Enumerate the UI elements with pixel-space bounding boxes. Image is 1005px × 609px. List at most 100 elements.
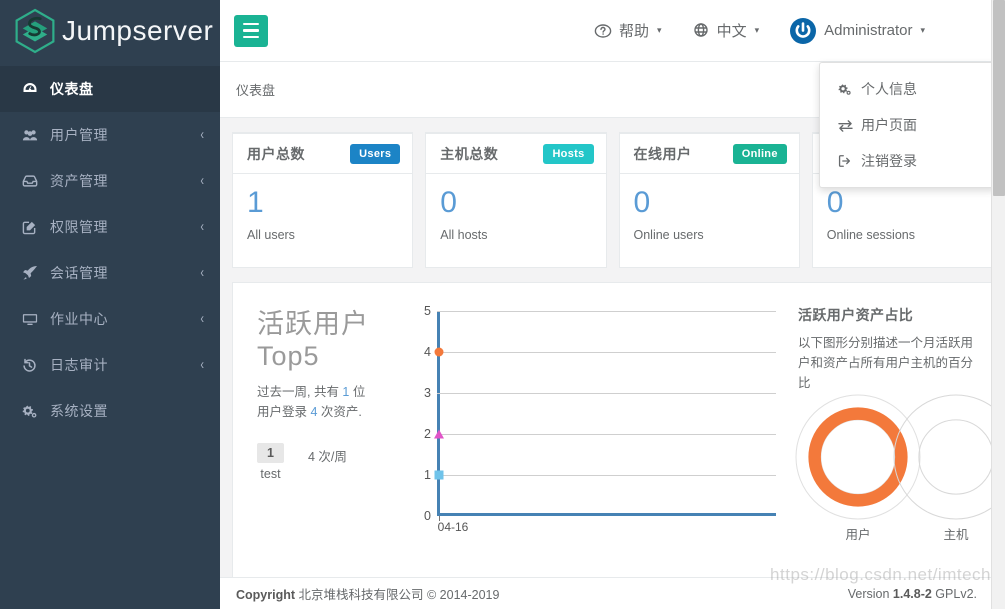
menu-item-label: 注销登录 xyxy=(861,153,917,169)
chevron-left-icon: ‹ xyxy=(200,311,204,327)
x-axis-tick-label: 04-16 xyxy=(437,520,469,534)
sidebar-item-log-audit[interactable]: 日志审计 ‹ xyxy=(0,342,220,388)
chevron-down-icon: ▾ xyxy=(657,25,662,35)
app-root: Jumpserver 仪表盘 用户管理 ‹ 资产管理 ‹ 权限管理 ‹ 会话管理… xyxy=(0,0,1005,609)
data-point-marker xyxy=(434,347,444,357)
scrollbar-thumb[interactable] xyxy=(993,0,1005,196)
asset-ratio-description: 以下图形分别描述一个月活跃用户和资产占所有用户主机的百分比 xyxy=(798,336,974,390)
stat-card-value: 0 xyxy=(633,186,651,219)
status-badge: Users xyxy=(350,144,401,164)
language-label: 中文 xyxy=(716,23,747,40)
sidebar-item-label: 仪表盘 xyxy=(50,81,94,97)
sign-out-icon xyxy=(838,154,853,168)
sidebar-item-system-settings[interactable]: 系统设置 xyxy=(0,388,220,434)
donut-chart: 主机 xyxy=(892,393,992,542)
footer: Copyright 北京堆栈科技有限公司 © 2014-2019 Version… xyxy=(220,577,1005,609)
chevron-down-icon: ▾ xyxy=(754,25,760,35)
user-label: Administrator xyxy=(824,22,913,39)
y-axis-tick-label: 0 xyxy=(424,509,431,523)
donut-chart-label: 主机 xyxy=(943,528,969,542)
sidebar-item-permission-management[interactable]: 权限管理 ‹ xyxy=(0,204,220,250)
stat-card-title: 主机总数 xyxy=(440,146,499,162)
y-axis-tick-label: 3 xyxy=(424,386,431,400)
stat-card-body: 0 All hosts xyxy=(426,174,605,256)
sidebar-item-dashboard[interactable]: 仪表盘 xyxy=(0,66,220,112)
grid-line xyxy=(437,311,776,312)
sidebar-item-asset-management[interactable]: 资产管理 ‹ xyxy=(0,158,220,204)
dashboard-content: 用户总数 Users 1 All users 主机总数 Hosts 0 All … xyxy=(220,118,1005,609)
grid-line xyxy=(437,352,776,353)
topbar-actions: 帮助 ▾ 中文 ▾ Administrator ▾ xyxy=(594,17,987,45)
top5-summary: 活跃用户Top5 过去一周, 共有 1 位用户登录 4 次资产. 1 test … xyxy=(233,283,401,578)
stat-card-header: 用户总数 Users xyxy=(233,134,413,174)
page-scrollbar[interactable] xyxy=(991,0,1005,609)
stat-card-total-users: 用户总数 Users 1 All users xyxy=(232,132,414,268)
y-axis-tick-label: 4 xyxy=(424,345,431,359)
desktop-icon xyxy=(22,313,42,326)
y-axis-tick-label: 1 xyxy=(424,468,431,482)
sidebar-item-job-center[interactable]: 作业中心 ‹ xyxy=(0,296,220,342)
help-menu[interactable]: 帮助 ▾ xyxy=(594,20,662,41)
hamburger-icon[interactable] xyxy=(234,14,268,47)
sidebar-item-session-management[interactable]: 会话管理 ‹ xyxy=(0,250,220,296)
users-icon xyxy=(22,128,42,142)
stat-card-body: 0 Online users xyxy=(620,174,799,256)
rocket-icon xyxy=(22,265,42,281)
menu-item-personal-info[interactable]: 个人信息 xyxy=(820,71,996,107)
history-icon xyxy=(22,358,42,373)
top5-list-item: 1 test 4 次/周 xyxy=(257,442,401,481)
jumpserver-stack-logo-icon xyxy=(14,8,56,54)
plot-area: 0 1 2 3 4 5 04-16 xyxy=(424,304,776,534)
data-point-marker xyxy=(434,429,444,439)
chart-panel: 活跃用户Top5 过去一周, 共有 1 位用户登录 4 次资产. 1 test … xyxy=(232,282,993,579)
menu-item-logout[interactable]: 注销登录 xyxy=(820,143,996,179)
footer-license: GPLv2. xyxy=(931,586,977,601)
sidebar-item-user-management[interactable]: 用户管理 ‹ xyxy=(0,112,220,158)
footer-copyright-label: Copyright xyxy=(236,588,296,602)
stat-card-subtitle: All users xyxy=(247,227,295,242)
top5-frequency: 4 次/周 xyxy=(307,449,347,464)
donut-chart-group: 用户 主机 xyxy=(788,393,992,553)
status-badge: Online xyxy=(732,144,787,164)
sidebar-item-label: 权限管理 xyxy=(50,219,108,235)
stat-card-title: 在线用户 xyxy=(633,146,692,162)
chevron-left-icon: ‹ xyxy=(200,219,204,235)
top5-desc-a: 过去一周, 共有 xyxy=(257,384,343,399)
breadcrumb-current: 仪表盘 xyxy=(236,83,276,98)
topbar: 帮助 ▾ 中文 ▾ Administrator ▾ xyxy=(220,0,1005,62)
footer-copyright: Copyright 北京堆栈科技有限公司 © 2014-2019 xyxy=(236,584,499,603)
stat-card-value: 0 xyxy=(826,186,844,219)
x-axis xyxy=(437,513,776,516)
menu-item-label: 个人信息 xyxy=(861,81,917,97)
stat-card-body: 1 All users xyxy=(233,174,412,256)
stat-card-online-users: 在线用户 Online 0 Online users xyxy=(618,132,800,268)
gears-icon xyxy=(22,404,42,419)
user-menu[interactable]: Administrator ▾ xyxy=(789,17,925,45)
chevron-left-icon: ‹ xyxy=(200,357,204,373)
language-menu[interactable]: 中文 ▾ xyxy=(692,20,760,41)
gears-icon xyxy=(838,83,853,96)
top5-rank-col: 1 test xyxy=(257,442,284,481)
y-axis xyxy=(437,311,440,516)
brand-logo[interactable]: Jumpserver xyxy=(0,0,220,62)
user-dropdown-menu[interactable]: 个人信息 用户页面 注销登录 xyxy=(819,62,997,188)
stat-card-total-hosts: 主机总数 Hosts 0 All hosts xyxy=(425,132,607,268)
y-axis-tick-label: 5 xyxy=(424,304,431,318)
hamburger-bar xyxy=(243,35,259,39)
stat-card-value: 1 xyxy=(247,186,264,219)
edit-icon xyxy=(22,220,42,235)
footer-copyright-text: 北京堆栈科技有限公司 © 2014-2019 xyxy=(295,588,500,602)
top5-title: 活跃用户Top5 xyxy=(257,309,369,371)
stat-card-subtitle: Online sessions xyxy=(826,227,915,242)
menu-item-label: 用户页面 xyxy=(861,117,917,133)
top5-description: 过去一周, 共有 1 位用户登录 4 次资产. xyxy=(257,382,375,423)
top5-line-chart: 0 1 2 3 4 5 04-16 xyxy=(401,283,784,578)
menu-item-user-page[interactable]: 用户页面 xyxy=(820,107,996,143)
stat-card-header: 在线用户 Online xyxy=(619,134,799,174)
chevron-left-icon: ‹ xyxy=(200,127,204,143)
stat-card-value: 0 xyxy=(440,186,457,219)
hamburger-bar xyxy=(243,29,259,32)
help-label: 帮助 xyxy=(619,23,650,40)
grid-line xyxy=(437,434,776,435)
stat-card-subtitle: All hosts xyxy=(440,227,488,242)
